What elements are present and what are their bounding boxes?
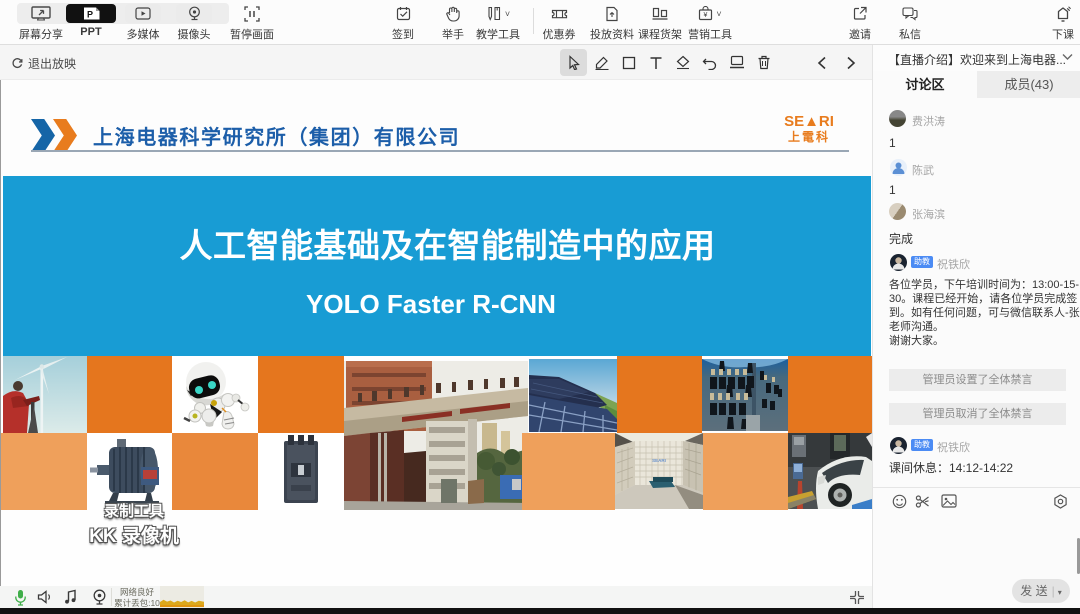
svg-text:¥: ¥ <box>704 12 708 19</box>
svg-text:P: P <box>86 10 92 20</box>
svg-text:SEARI: SEARI <box>652 458 666 463</box>
